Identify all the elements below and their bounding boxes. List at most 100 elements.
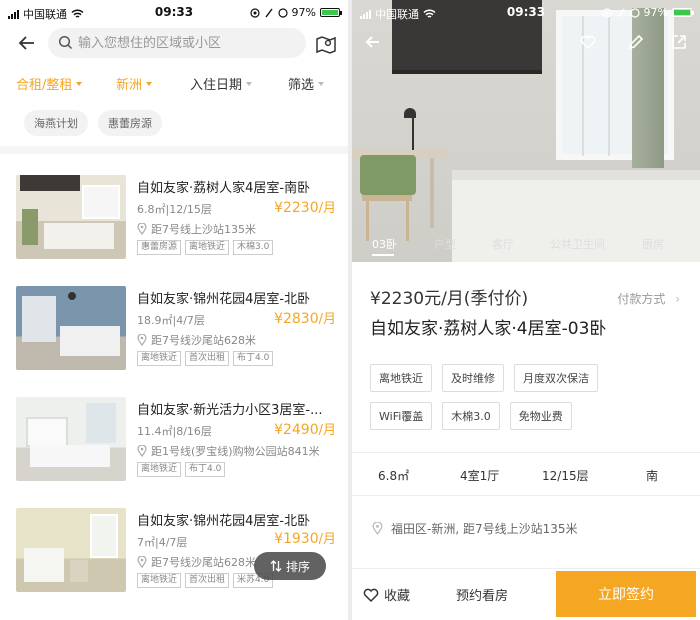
status-bar: 中国联通 09:33 97% [0,0,348,26]
photo-tab[interactable]: 公共卫生间 [550,236,605,252]
address-row[interactable]: 福田区-新洲, 距7号线上沙站135米 [372,520,578,537]
active-tab-indicator [372,254,394,256]
back-arrow-icon[interactable] [16,32,38,54]
caret-down-icon [146,81,153,86]
room-photo [16,508,126,592]
map-icon[interactable] [314,32,338,56]
location-text: 距7号线上沙站135米 [151,223,256,236]
listing-title: 自如友家·荔树人家4居室-南卧 [137,181,311,196]
listing-title: 自如友家·新光活力小区3居室-... [137,403,323,418]
sort-label: 排序 [285,559,310,574]
address-text: 福田区-新洲, 距7号线上沙站135米 [391,522,578,536]
battery-percent: 97% [291,6,316,19]
photo-tabs: 03卧 户型 客厅 公共卫生间 厨房 [352,232,700,256]
listing-price: ¥2830/月 [274,308,336,327]
photo-tab[interactable]: 客厅 [492,236,514,252]
feature-tags-row: 离地铁近 及时维修 月度双次保洁 [370,364,598,392]
location-icon [249,7,260,18]
filter-area[interactable]: 新洲 [116,74,153,93]
feature-badge: 布丁4.0 [185,462,226,477]
location-text: 距7号线沙尾站628米 [151,334,256,347]
feature-badge: 离地铁近 [137,573,182,588]
detail-price: ¥2230元/月(季付价) [370,289,529,309]
listing-item[interactable]: 自如友家·新光活力小区3居室-... 11.4㎡|8/16层 ¥2490/月 距… [0,397,348,509]
edit-icon[interactable] [627,33,645,51]
detail-title: 自如友家·荔树人家·4居室-03卧 [370,319,607,339]
spec-floor: 12/15层 [542,469,589,483]
location-text: 距7号线沙尾站628米 [151,556,256,569]
listing-meta: 6.8㎡|12/15层 [137,203,212,216]
back-arrow-icon[interactable] [364,33,382,51]
location-text: 距1号线(罗宝线)购物公园站841米 [151,445,320,458]
room-photo-gallery[interactable]: 03卧 户型 客厅 公共卫生间 厨房 [352,0,700,262]
listing-title: 自如友家·锦州花园4居室-北卧 [137,292,311,307]
tag-chip[interactable]: 海燕计划 [24,110,88,136]
location-pin-icon [137,334,147,346]
feature-tag: WiFi覆盖 [370,402,433,430]
photo-tab[interactable]: 厨房 [642,236,664,252]
listing-price: ¥2230/月 [274,197,336,216]
listing-meta: 7㎡|4/7层 [137,536,188,549]
listing-price: ¥2490/月 [274,419,336,438]
heart-icon [363,588,379,602]
battery-icon [320,8,342,17]
share-icon[interactable] [670,33,688,51]
listing-location: 距7号线沙尾站628米 [137,332,256,348]
spec-area: 6.8㎡ [378,469,410,483]
filter-more[interactable]: 筛选 [288,74,325,93]
feature-tag: 及时维修 [442,364,504,392]
feature-tag: 免物业费 [509,402,572,430]
listing-item[interactable]: 自如友家·锦州花园4居室-北卧 18.9㎡|4/7层 ¥2830/月 距7号线沙… [0,286,348,398]
listing-meta: 11.4㎡|8/16层 [137,425,212,438]
listing-location: 距1号线(罗宝线)购物公园站841米 [137,443,320,459]
sort-button[interactable]: 排序 [254,552,326,580]
room-photo [16,175,126,259]
price-unit: /月 [318,423,336,438]
book-viewing-button[interactable]: 预约看房 [456,585,508,604]
section-divider [0,146,348,154]
price-unit: /月 [318,201,336,216]
room-photo [16,286,126,370]
feature-tag: 月度双次保洁 [514,364,598,392]
search-bar[interactable] [48,28,306,58]
action-bar: 收藏 预约看房 立即签约 [352,568,700,620]
chevron-right-icon: › [675,292,680,306]
feature-badge: 离地铁近 [137,351,182,366]
filter-move-in-date[interactable]: 入住日期 [190,74,253,93]
tag-chip[interactable]: 惠蕾房源 [98,110,162,136]
price-unit: /月 [318,312,336,327]
spec-layout: 4室1厅 [460,469,500,483]
caret-down-icon [318,81,325,86]
favorite-button[interactable]: 收藏 [362,585,410,604]
battery-percent: 97% [643,6,668,19]
caret-down-icon [76,81,83,86]
feature-badge: 布丁4.0 [233,351,274,366]
filter-bar: 合租/整租 新洲 入住日期 筛选 [0,74,348,96]
photo-tab[interactable]: 户型 [434,236,456,252]
filter-rent-type[interactable]: 合租/整租 [16,74,83,93]
filter-label: 筛选 [288,78,315,93]
photo-tab[interactable]: 03卧 [372,236,397,252]
feature-badge: 惠蕾房源 [137,240,182,255]
sign-now-button[interactable]: 立即签约 [556,571,696,617]
payment-label: 付款方式 [617,292,666,306]
price-value: ¥1930 [274,531,319,547]
feature-badge: 首次出租 [185,573,230,588]
feature-badge: 离地铁近 [185,240,230,255]
listing-item[interactable]: 自如友家·荔树人家4居室-南卧 6.8㎡|12/15层 ¥2230/月 距7号线… [0,175,348,287]
room-photo [16,397,126,481]
detail-screen: 03卧 户型 客厅 公共卫生间 厨房 中国联通 09:33 97% ¥2230元… [352,0,700,620]
listing-screen: 中国联通 09:33 97% 合租/整租 新洲 入住日期 筛选 海燕计划 惠蕾房… [0,0,348,620]
location-pin-icon [137,445,147,457]
alarm-icon [264,8,273,17]
sort-icon [270,560,282,572]
location-pin-icon [137,556,147,568]
search-icon [58,35,73,50]
search-input[interactable] [78,28,298,58]
filter-label: 入住日期 [190,78,243,93]
feature-tag: 木棉3.0 [442,402,500,430]
payment-method-link[interactable]: 付款方式 › [617,290,680,307]
rotation-lock-icon [629,7,640,18]
location-pin-icon [372,522,383,535]
favorite-heart-icon[interactable] [579,33,597,51]
